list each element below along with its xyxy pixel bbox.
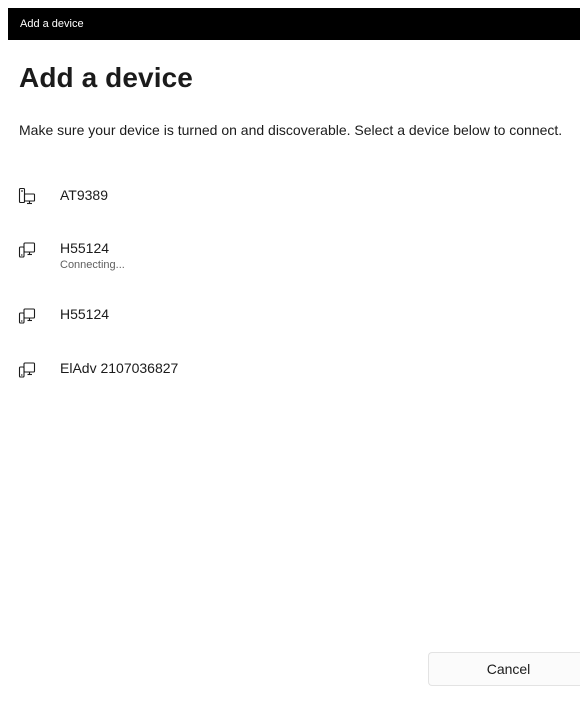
device-name: AT9389: [60, 187, 108, 203]
display-device-icon: [18, 307, 36, 325]
title-bar[interactable]: Add a device: [8, 8, 580, 40]
cancel-button[interactable]: Cancel: [428, 652, 580, 686]
computer-device-icon: [18, 187, 36, 205]
device-name: ElAdv 2107036827: [60, 360, 179, 376]
window-title: Add a device: [20, 18, 84, 30]
page-title: Add a device: [19, 62, 193, 93]
device-name: H55124: [60, 240, 110, 256]
device-name: H55124: [60, 306, 110, 322]
device-item-at9389[interactable]: AT9389: [8, 186, 580, 222]
add-device-window: Add a device Add a device Make sure your…: [0, 0, 580, 708]
device-item-eladv[interactable]: ElAdv 2107036827: [8, 359, 580, 395]
page-description: Make sure your device is turned on and d…: [19, 122, 563, 138]
device-item-h55124-connecting[interactable]: H55124 Connecting...: [8, 239, 580, 283]
device-item-h55124[interactable]: H55124: [8, 305, 580, 341]
display-device-icon: [18, 241, 36, 259]
display-device-icon: [18, 361, 36, 379]
device-status: Connecting...: [60, 259, 125, 271]
